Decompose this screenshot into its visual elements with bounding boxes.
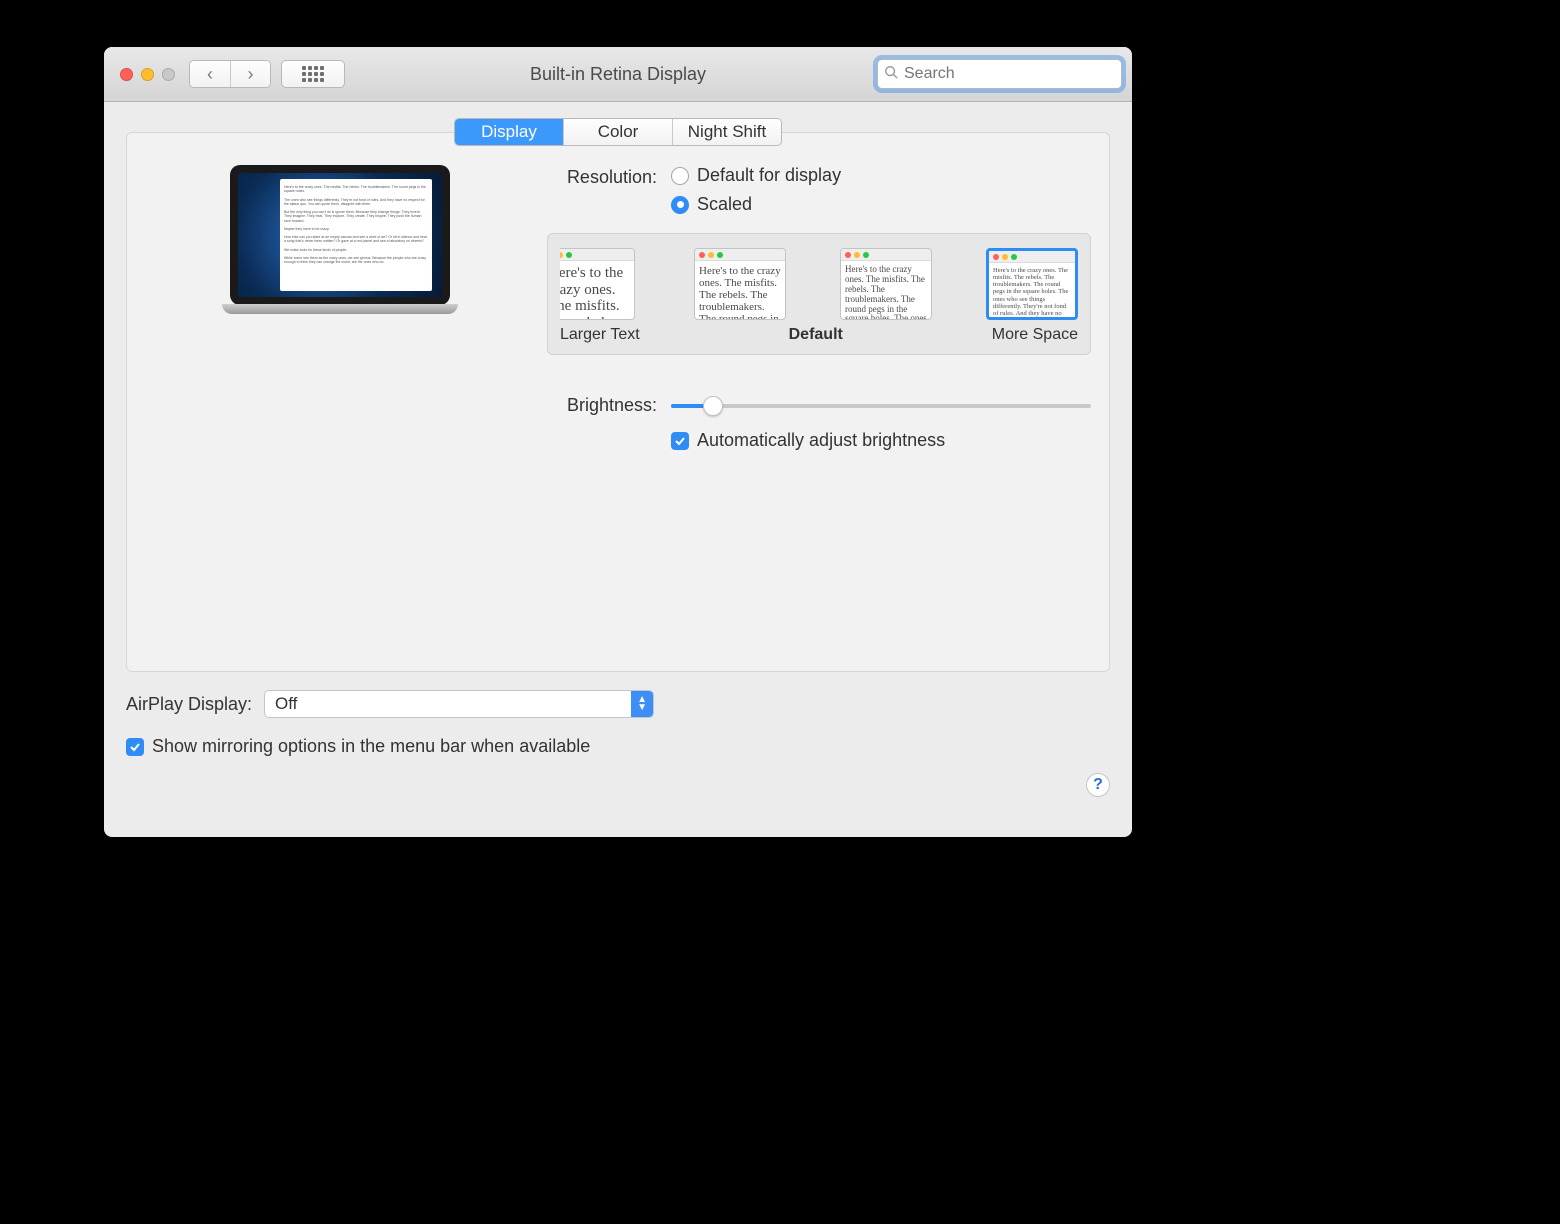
brightness-label: Brightness:	[547, 395, 657, 416]
select-stepper-icon: ▲▼	[631, 691, 653, 717]
show-all-button[interactable]	[281, 60, 345, 88]
radio-scaled[interactable]: Scaled	[671, 194, 841, 215]
search-field[interactable]	[877, 59, 1122, 89]
search-input[interactable]	[902, 64, 1115, 84]
back-button[interactable]: ‹	[190, 61, 230, 87]
minimize-window-button[interactable]	[141, 68, 154, 81]
display-panel: Here's to the crazy ones. The misfits. T…	[126, 132, 1110, 672]
brightness-row: Brightness:	[547, 395, 1091, 416]
brightness-slider[interactable]	[671, 396, 1091, 416]
toolbar: ‹ › Built-in Retina Display	[104, 47, 1132, 102]
tab-bar: Display Color Night Shift	[454, 118, 782, 146]
auto-brightness-row[interactable]: Automatically adjust brightness	[671, 430, 1091, 451]
help-button[interactable]: ?	[1086, 773, 1110, 797]
forward-button[interactable]: ›	[230, 61, 270, 87]
resolution-section: Resolution: Default for display Scaled	[547, 159, 1091, 451]
radio-default-for-display[interactable]: Default for display	[671, 165, 841, 186]
airplay-row: AirPlay Display: Off ▲▼	[126, 690, 1110, 718]
content: Display Color Night Shift Here's to the …	[104, 102, 1132, 775]
tab-display[interactable]: Display	[455, 119, 563, 145]
auto-brightness-label: Automatically adjust brightness	[697, 430, 945, 451]
airplay-select[interactable]: Off ▲▼	[264, 690, 654, 718]
scale-label-right: More Space	[992, 326, 1078, 344]
device-preview: Here's to the crazy ones. The misfits. T…	[145, 159, 535, 451]
scaled-resolution-picker: Here's to the crazy ones. The misfits. T…	[547, 233, 1091, 355]
radio-label: Scaled	[697, 194, 752, 215]
preferences-window: ‹ › Built-in Retina Display Display Colo…	[104, 47, 1132, 837]
chevron-right-icon: ›	[248, 64, 254, 85]
zoom-window-button[interactable]	[162, 68, 175, 81]
mirroring-label: Show mirroring options in the menu bar w…	[152, 736, 590, 757]
resolution-label: Resolution:	[547, 165, 657, 188]
traffic-lights	[120, 68, 175, 81]
resolution-option-2[interactable]: Here's to the crazy ones. The misfits. T…	[694, 248, 786, 320]
airplay-value: Off	[265, 694, 307, 714]
scale-label-default: Default	[789, 326, 843, 344]
chevron-left-icon: ‹	[207, 64, 213, 85]
brightness-knob[interactable]	[703, 396, 723, 416]
mirroring-checkbox[interactable]	[126, 738, 144, 756]
grid-icon	[302, 66, 324, 82]
search-icon	[884, 65, 898, 84]
tab-color[interactable]: Color	[563, 119, 672, 145]
airplay-label: AirPlay Display:	[126, 694, 252, 715]
mirroring-row[interactable]: Show mirroring options in the menu bar w…	[126, 736, 1110, 757]
tab-night-shift[interactable]: Night Shift	[672, 119, 781, 145]
resolution-option-more-space[interactable]: Here's to the crazy ones. The misfits. T…	[986, 248, 1078, 320]
resolution-option-larger-text[interactable]: Here's to the crazy ones. The misfits. T…	[560, 248, 640, 320]
preview-window: Here's to the crazy ones. The misfits. T…	[280, 179, 432, 291]
auto-brightness-checkbox[interactable]	[671, 432, 689, 450]
nav-segment: ‹ ›	[189, 60, 271, 88]
radio-label: Default for display	[697, 165, 841, 186]
scale-label-left: Larger Text	[560, 326, 640, 344]
close-window-button[interactable]	[120, 68, 133, 81]
resolution-option-default[interactable]: Here's to the crazy ones. The misfits. T…	[840, 248, 932, 320]
